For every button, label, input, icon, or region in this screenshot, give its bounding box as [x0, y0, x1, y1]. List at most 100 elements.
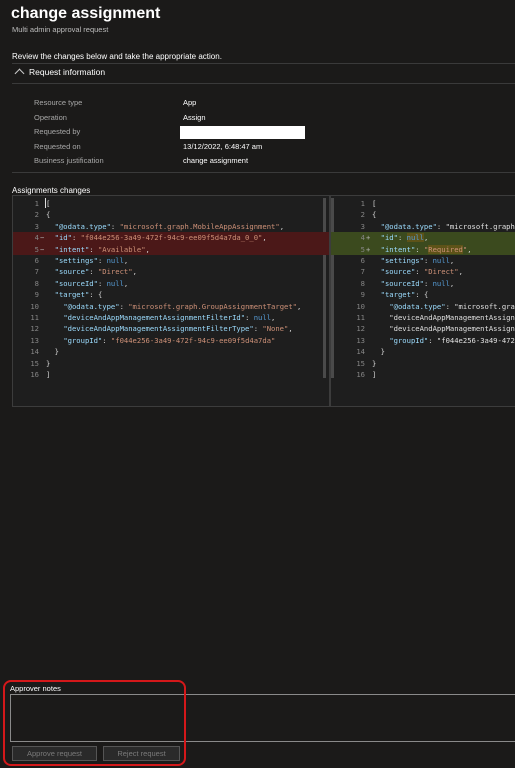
- code-line: 8 "sourceId": null,: [13, 278, 329, 289]
- code-text: "@odata.type": "microsoft.graph.: [380, 221, 515, 231]
- code-text: {: [372, 210, 377, 220]
- code-line: 14 }: [331, 346, 515, 357]
- line-number: 6: [360, 256, 365, 265]
- line-number: 2: [34, 210, 39, 220]
- info-value-requested-on: 13/12/2022, 6:48:47 am: [183, 142, 263, 151]
- code-text: "source": "Direct",: [380, 267, 463, 277]
- line-number: 4: [34, 233, 39, 243]
- request-info-toggle[interactable]: Request information: [14, 67, 106, 79]
- code-line: 3 "@odata.type": "microsoft.graph.Mobile…: [13, 221, 329, 232]
- info-label-requested-by: Requested by: [34, 127, 81, 136]
- code-text: "deviceAndAppManagementAssignmentFilterI…: [63, 313, 276, 322]
- line-number: 1: [34, 199, 39, 208]
- code-line: 9 "target": {: [13, 289, 329, 300]
- code-text: "target": {: [54, 290, 103, 300]
- line-number: 6: [34, 256, 39, 265]
- line-number: 16: [30, 370, 39, 379]
- line-number: 8: [34, 278, 39, 288]
- code-text: "sourceId": null,: [380, 278, 455, 288]
- code-line: 13 "groupId": "f044e256-3a49-472f-94c9-e…: [13, 335, 329, 346]
- line-number: 14: [30, 347, 39, 357]
- line-number: 9: [360, 290, 365, 300]
- line-number: 12: [30, 324, 39, 334]
- line-number: 16: [356, 370, 365, 379]
- requested-by-redacted: [180, 126, 305, 139]
- code-line: 10 "@odata.type": "microsoft.graph.Group…: [13, 301, 329, 312]
- info-label-operation: Operation: [34, 113, 67, 122]
- code-text: "groupId": "f044e256-3a49-472f-94c9-ee09…: [63, 335, 276, 345]
- code-line: 6 "settings": null,: [331, 255, 515, 266]
- code-text: }: [54, 347, 59, 357]
- line-number: 15: [30, 358, 39, 368]
- line-number: 2: [360, 210, 365, 220]
- line-number: 1: [360, 199, 365, 208]
- code-text: "settings": null,: [54, 256, 129, 265]
- code-text: "sourceId": null,: [54, 278, 129, 288]
- code-text: {: [46, 210, 51, 220]
- section-label: Request information: [29, 67, 106, 77]
- info-label-requested-on: Requested on: [34, 142, 81, 151]
- code-text: "intent": "Available",: [54, 244, 150, 254]
- line-number: 7: [34, 267, 39, 277]
- line-number: 5: [360, 244, 365, 254]
- code-text: "@odata.type": "microsoft.graph.MobileAp…: [54, 221, 285, 231]
- approver-notes-input[interactable]: [10, 694, 515, 742]
- code-text: "deviceAndAppManagementAssignme: [372, 313, 515, 322]
- line-number: 8: [360, 278, 365, 288]
- code-line: 11 "deviceAndAppManagementAssignme: [331, 312, 515, 323]
- code-text: "settings": null,: [380, 256, 455, 265]
- line-number: 11: [356, 313, 365, 322]
- info-value-operation: Assign: [183, 113, 206, 122]
- info-label-business-justification: Business justification: [34, 156, 104, 165]
- code-line: 14 }: [13, 346, 329, 357]
- code-line: 4− "id": "f044e256-3a49-472f-94c9-ee09f5…: [13, 232, 329, 244]
- code-line: 13 "groupId": "f044e256-3a49-472f-: [331, 335, 515, 346]
- code-line: 6 "settings": null,: [13, 255, 329, 266]
- divider: [12, 63, 515, 64]
- code-text: "groupId": "f044e256-3a49-472f-: [389, 335, 515, 345]
- code-line: 7 "source": "Direct",: [13, 266, 329, 277]
- code-line: 4 + "id": null,: [331, 232, 515, 244]
- divider: [12, 172, 515, 173]
- line-number: 4: [360, 233, 365, 243]
- assignments-label: Assignments changes: [12, 186, 91, 195]
- code-text: "id": null,: [380, 233, 429, 243]
- line-number: 10: [356, 301, 365, 311]
- code-text: "deviceAndAppManagementAssignme: [372, 324, 515, 334]
- line-number: 7: [360, 267, 365, 277]
- code-text: [: [46, 199, 51, 208]
- approve-request-button[interactable]: Approve request: [12, 746, 97, 761]
- code-text: "intent": "Required",: [380, 244, 472, 254]
- line-number: 13: [30, 335, 39, 345]
- code-text: "id": "f044e256-3a49-472f-94c9-ee09f5d4a…: [54, 233, 267, 243]
- reject-request-button[interactable]: Reject request: [103, 746, 180, 761]
- line-number: 3: [34, 221, 39, 231]
- line-number: 11: [30, 313, 39, 322]
- code-line: 2{: [13, 209, 329, 220]
- code-line: 2{: [331, 209, 515, 220]
- diff-modified-pane[interactable]: 1[2{3 "@odata.type": "microsoft.graph. 4 +…: [330, 195, 515, 407]
- code-line: 15}: [13, 358, 329, 369]
- code-line: 16]: [13, 369, 329, 380]
- code-text: ]: [372, 370, 377, 379]
- code-text: "source": "Direct",: [54, 267, 137, 277]
- info-value-resource-type: App: [183, 98, 197, 107]
- code-text: "@odata.type": "microsoft.graph.GroupAss…: [63, 301, 302, 311]
- code-line: 16]: [331, 369, 515, 380]
- code-text: }: [46, 358, 51, 368]
- line-number: 12: [356, 324, 365, 334]
- chevron-up-icon: [14, 68, 25, 79]
- line-number: 15: [356, 358, 365, 368]
- page-subtitle: Multi admin approval request: [12, 25, 109, 34]
- line-number: 10: [30, 301, 39, 311]
- code-text: }: [372, 358, 377, 368]
- code-line: 1[: [331, 198, 515, 209]
- code-text: }: [380, 347, 385, 357]
- page-title: change assignment: [11, 5, 161, 22]
- code-line: 15}: [331, 358, 515, 369]
- diff-original-pane[interactable]: 1[2{3 "@odata.type": "microsoft.graph.Mo…: [12, 195, 330, 407]
- line-number: 13: [356, 335, 365, 345]
- code-line: 10 "@odata.type": "microsoft.graph: [331, 301, 515, 312]
- line-number: 3: [360, 221, 365, 231]
- code-line: 8 "sourceId": null,: [331, 278, 515, 289]
